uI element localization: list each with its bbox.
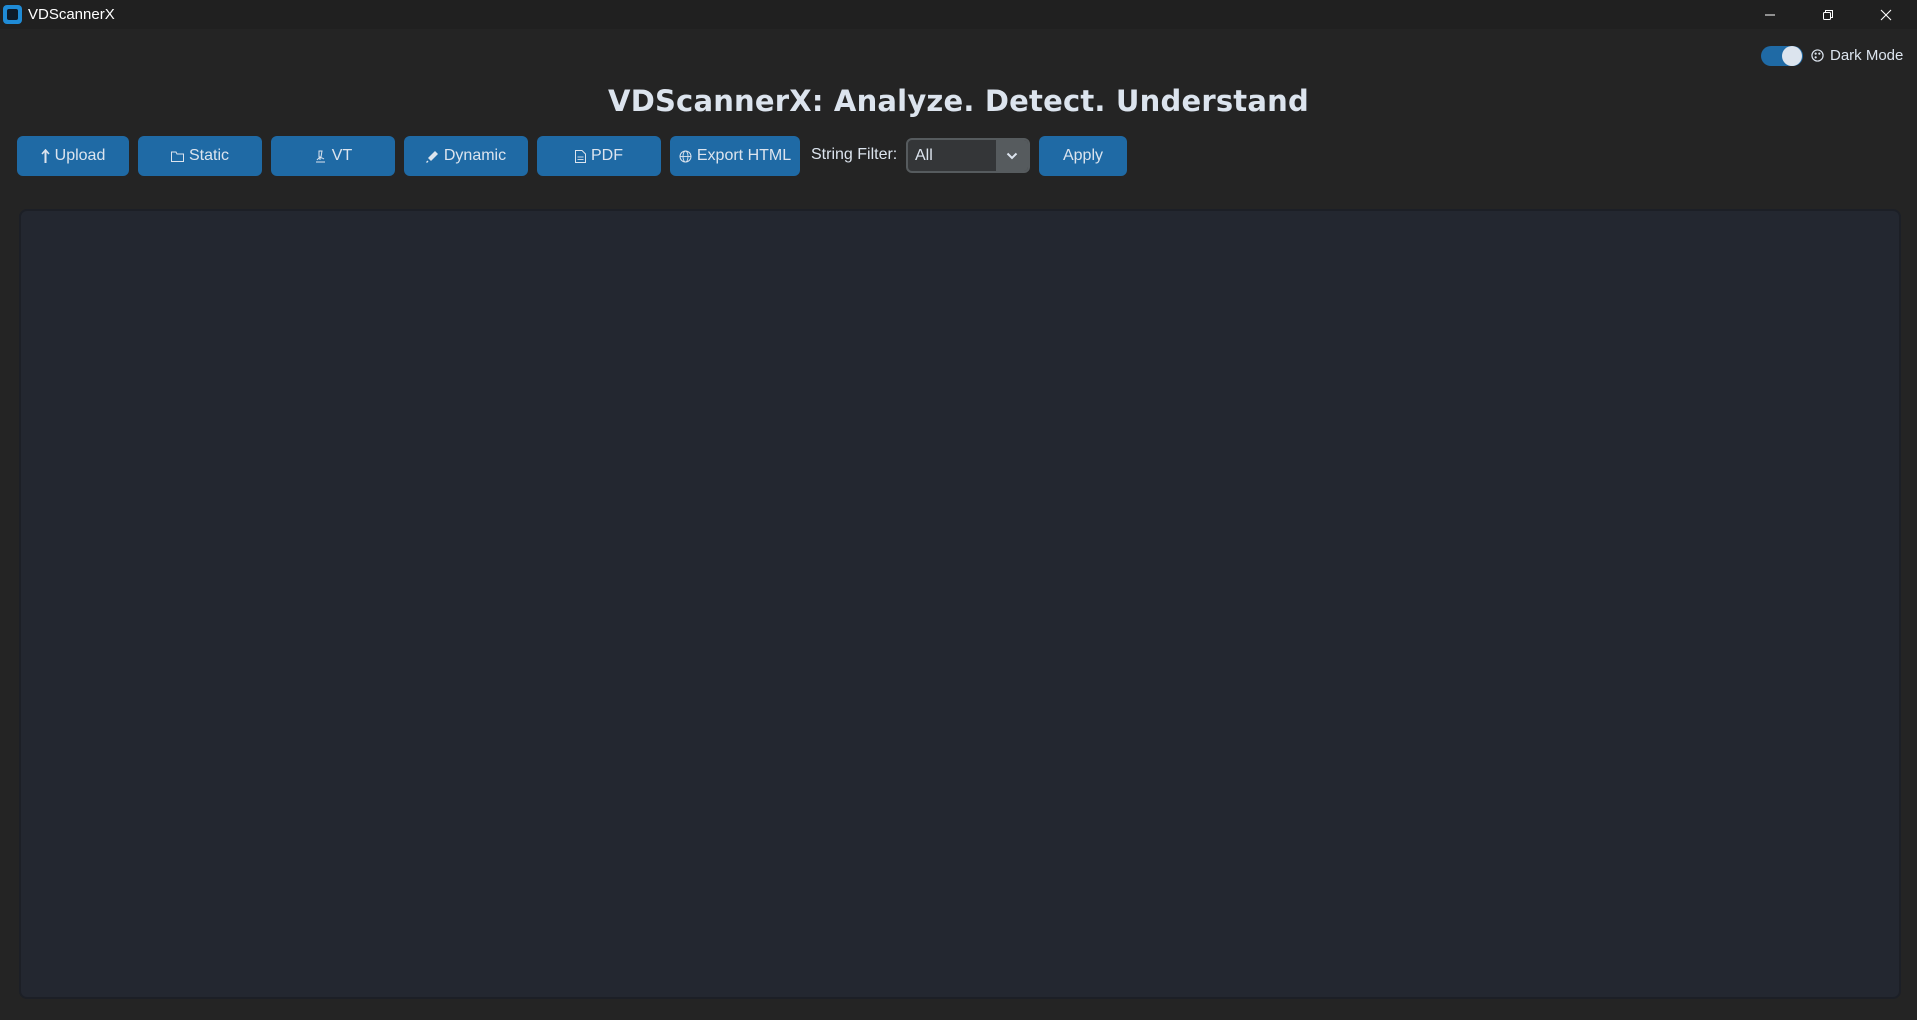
- folder-icon: [170, 151, 184, 162]
- palette-icon: [1811, 49, 1824, 62]
- dark-mode-switch[interactable]: [1761, 46, 1803, 66]
- dark-mode-label: Dark Mode: [1830, 47, 1904, 64]
- apply-button[interactable]: Apply: [1039, 136, 1127, 176]
- syringe-icon: [425, 150, 438, 163]
- dropdown-button[interactable]: [996, 140, 1028, 171]
- static-button[interactable]: Static: [138, 136, 262, 176]
- vt-button-label: VT: [331, 147, 353, 164]
- page-title: VDScannerX: Analyze. Detect. Understand: [608, 84, 1309, 118]
- switch-knob: [1782, 46, 1802, 66]
- string-filter-value: All: [915, 147, 933, 164]
- upload-arrow-icon: [41, 148, 50, 163]
- minimize-icon: [1765, 14, 1775, 15]
- export-html-button[interactable]: Export HTML: [670, 136, 800, 176]
- pdf-button-label: PDF: [591, 147, 623, 164]
- dynamic-button-label: Dynamic: [443, 147, 507, 164]
- window-title: VDScannerX: [28, 6, 115, 23]
- app-icon: [3, 5, 22, 24]
- document-icon: [575, 149, 586, 163]
- globe-icon: [679, 150, 692, 162]
- apply-button-label: Apply: [1062, 147, 1104, 164]
- minimize-button[interactable]: [1741, 0, 1799, 29]
- static-button-label: Static: [188, 147, 229, 164]
- export-html-button-label: Export HTML: [696, 147, 792, 164]
- restore-icon: [1823, 9, 1833, 20]
- pdf-button[interactable]: PDF: [537, 136, 661, 176]
- close-button[interactable]: [1857, 0, 1915, 29]
- vt-button[interactable]: VT: [271, 136, 395, 176]
- string-filter-label: String Filter:: [811, 146, 898, 163]
- chevron-down-icon: [1006, 152, 1018, 159]
- upload-button[interactable]: Upload: [17, 136, 129, 176]
- restore-button[interactable]: [1799, 0, 1857, 29]
- title-bar: VDScannerX: [0, 0, 1917, 29]
- string-filter-dropdown[interactable]: All: [906, 138, 1030, 173]
- close-icon: [1880, 9, 1892, 20]
- upload-button-label: Upload: [54, 147, 106, 164]
- microscope-icon: [315, 150, 325, 162]
- output-textbox[interactable]: [19, 209, 1901, 999]
- dynamic-button[interactable]: Dynamic: [404, 136, 528, 176]
